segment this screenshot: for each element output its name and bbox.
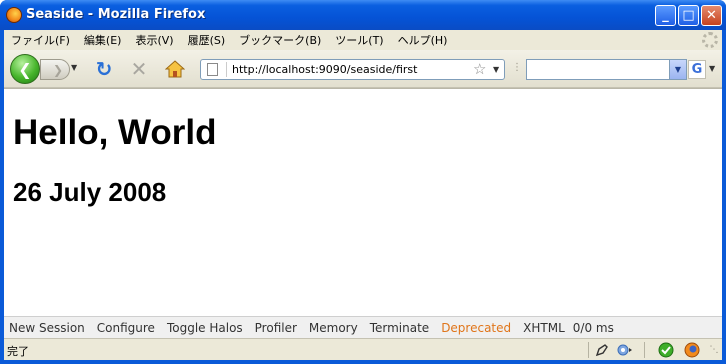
- stop-button[interactable]: ✕: [128, 57, 150, 81]
- toolbar-grip-icon[interactable]: ⋮: [512, 62, 522, 73]
- bookmark-star-icon[interactable]: ☆: [473, 60, 486, 78]
- browser-window: Seaside - Mozilla Firefox _ □ ✕ ファイル(F) …: [0, 0, 726, 364]
- back-button[interactable]: ❮: [10, 54, 40, 84]
- status-divider: [588, 342, 589, 358]
- address-bar[interactable]: http://localhost:9090/seaside/first ☆ ▼: [200, 59, 505, 80]
- firefox-icon: [6, 7, 22, 23]
- forward-arrow-icon: ❯: [52, 62, 64, 77]
- home-icon: [165, 60, 185, 78]
- page-icon: [207, 63, 218, 76]
- menu-bookmarks[interactable]: ブックマーク(B): [232, 32, 328, 48]
- toggle-halos-link[interactable]: Toggle Halos: [167, 321, 243, 335]
- seaside-toolbar: New Session Configure Toggle Halos Profi…: [4, 316, 722, 338]
- title-bar[interactable]: Seaside - Mozilla Firefox _ □ ✕: [0, 0, 726, 30]
- menu-file[interactable]: ファイル(F): [8, 32, 77, 48]
- profiler-link[interactable]: Profiler: [255, 321, 297, 335]
- menu-edit[interactable]: 編集(E): [77, 32, 129, 48]
- resize-grip-icon[interactable]: ⋱: [706, 342, 722, 358]
- search-engine-dropdown-icon[interactable]: ▼: [709, 64, 715, 73]
- close-button[interactable]: ✕: [701, 5, 722, 26]
- url-divider: [226, 62, 227, 77]
- stop-icon: ✕: [130, 57, 148, 81]
- throbber-icon: [702, 32, 718, 48]
- status-bar: 完了 ⋱: [4, 338, 722, 360]
- page-heading: Hello, World: [13, 113, 217, 152]
- navigation-toolbar: ❮ ❯ ▼ ↻ ✕ http://localhost:9090/seaside/…: [4, 50, 722, 88]
- menu-history[interactable]: 履歴(S): [181, 32, 233, 48]
- menu-tools[interactable]: ツール(T): [328, 32, 390, 48]
- google-search-engine-icon[interactable]: G: [688, 60, 706, 79]
- configure-link[interactable]: Configure: [97, 321, 155, 335]
- back-arrow-icon: ❮: [18, 59, 32, 79]
- firefox-status-icon[interactable]: [684, 342, 700, 358]
- new-session-link[interactable]: New Session: [9, 321, 85, 335]
- history-dropdown-icon[interactable]: ▼: [71, 63, 77, 72]
- home-button[interactable]: [164, 58, 186, 80]
- address-input[interactable]: http://localhost:9090/seaside/first: [232, 63, 417, 76]
- browser-client-area: ファイル(F) 編集(E) 表示(V) 履歴(S) ブックマーク(B) ツール(…: [4, 30, 722, 360]
- search-box[interactable]: ▼: [526, 59, 687, 80]
- check-ok-icon[interactable]: [658, 342, 674, 358]
- menu-view[interactable]: 表示(V): [128, 32, 180, 48]
- search-dropdown-button[interactable]: ▼: [669, 60, 686, 79]
- page-content: Hello, World 26 July 2008: [4, 88, 722, 316]
- addon-gear-icon[interactable]: [616, 342, 632, 358]
- maximize-button[interactable]: □: [678, 5, 699, 26]
- pen-tool-icon[interactable]: [594, 342, 610, 358]
- deprecated-link[interactable]: Deprecated: [441, 321, 511, 335]
- menu-bar: ファイル(F) 編集(E) 表示(V) 履歴(S) ブックマーク(B) ツール(…: [4, 30, 722, 50]
- date-heading: 26 July 2008: [13, 177, 167, 207]
- status-text: 完了: [7, 345, 29, 358]
- xhtml-link[interactable]: XHTML: [523, 321, 565, 335]
- reload-button[interactable]: ↻: [93, 57, 115, 81]
- timing-label: 0/0 ms: [572, 320, 614, 335]
- memory-link[interactable]: Memory: [309, 321, 358, 335]
- forward-button[interactable]: ❯: [40, 59, 70, 80]
- menu-help[interactable]: ヘルプ(H): [391, 32, 455, 48]
- window-title: Seaside - Mozilla Firefox: [26, 7, 206, 22]
- status-divider: [644, 342, 645, 358]
- terminate-link[interactable]: Terminate: [370, 321, 429, 335]
- minimize-button[interactable]: _: [655, 5, 676, 26]
- url-history-dropdown-icon[interactable]: ▼: [493, 65, 499, 74]
- reload-icon: ↻: [95, 57, 113, 81]
